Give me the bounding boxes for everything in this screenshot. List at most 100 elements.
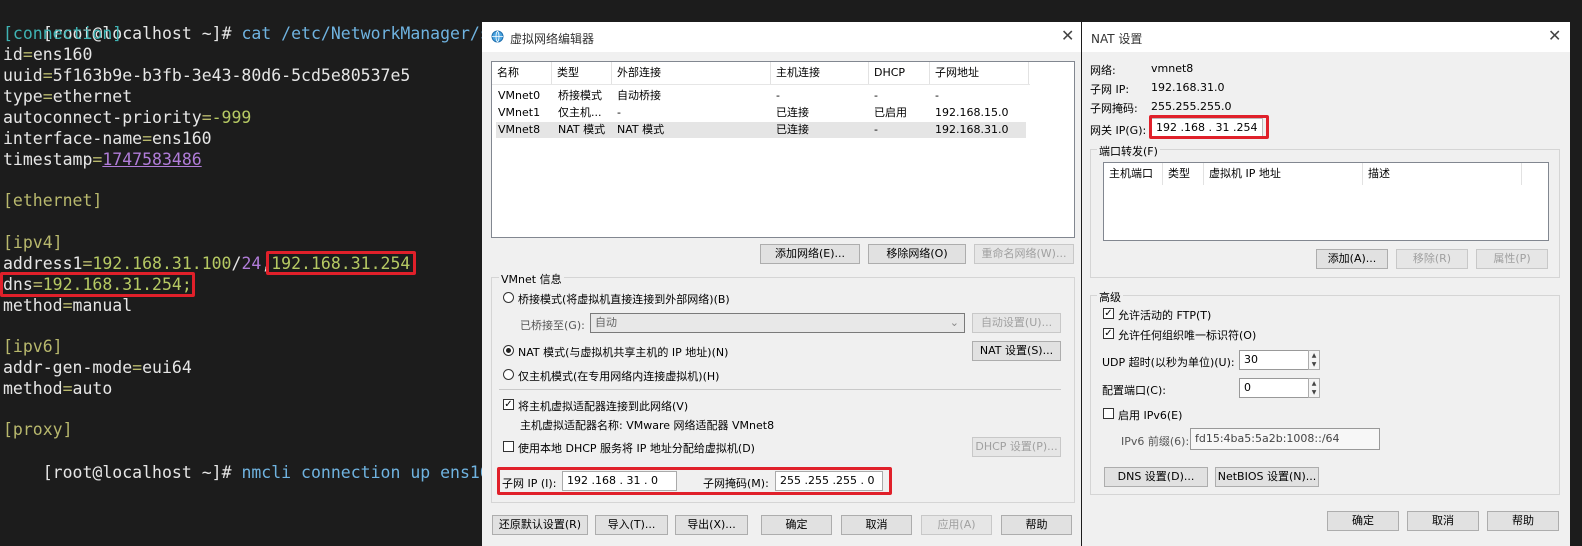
- subnet-ip-input[interactable]: 192 .168 . 31 . 0: [562, 471, 677, 491]
- use-dhcp-checkbox[interactable]: [503, 441, 514, 452]
- dhcp-settings-button[interactable]: DHCP 设置(P)...: [972, 437, 1061, 457]
- help-button[interactable]: 帮助: [1487, 511, 1559, 531]
- spinner-arrows-icon[interactable]: ▲ ▼: [1308, 378, 1320, 398]
- add-network-button[interactable]: 添加网络(E)...: [760, 244, 860, 264]
- line-timestamp: timestamp=1747583486: [3, 149, 202, 170]
- rename-network-button[interactable]: 重命名网络(W)...: [974, 244, 1074, 264]
- import-button[interactable]: 导入(T)...: [595, 515, 668, 535]
- allow-ftp-checkbox[interactable]: ✓: [1103, 308, 1114, 319]
- table-row[interactable]: VMnet1 仅主机... - 已连接 已启用 192.168.15.0: [496, 105, 1026, 121]
- subnet-ip-value: 192.168.31.0: [1151, 81, 1225, 94]
- line-addr-gen-mode: addr-gen-mode=eui64: [3, 357, 192, 378]
- spinner-arrows-icon[interactable]: ▲ ▼: [1308, 350, 1320, 370]
- bridged-to-select[interactable]: 自动 ⌄: [590, 313, 965, 333]
- key-type: type: [3, 87, 43, 106]
- restore-defaults-button[interactable]: 还原默认设置(R): [492, 515, 588, 535]
- section-proxy: [proxy]: [3, 419, 73, 440]
- port-forward-list[interactable]: 主机端口 类型 虚拟机 IP 地址 描述: [1103, 162, 1549, 241]
- remove-network-button[interactable]: 移除网络(O): [868, 244, 966, 264]
- netbios-settings-button[interactable]: NetBIOS 设置(N)...: [1215, 467, 1319, 487]
- cancel-button[interactable]: 取消: [841, 515, 912, 535]
- allow-oui-checkbox[interactable]: ✓: [1103, 328, 1114, 339]
- ipv6-prefix-input[interactable]: fd15:4ba5:5a2b:1008::/64: [1190, 428, 1380, 450]
- key-interface-name: interface-name: [3, 129, 143, 148]
- auto-settings-button[interactable]: 自动设置(U)...: [972, 313, 1061, 333]
- dialog-title: 虚拟网络编辑器: [510, 32, 595, 46]
- line-id: id=ens160: [3, 44, 92, 65]
- nat-mode-label[interactable]: NAT 模式(与虚拟机共享主机的 IP 地址)(N): [518, 344, 728, 360]
- allow-oui-label[interactable]: 允许任何组织唯一标识符(O): [1118, 327, 1256, 343]
- column-header-name[interactable]: 名称: [492, 62, 552, 84]
- table-row-selected[interactable]: VMnet8 NAT 模式 NAT 模式 已连接 - 192.168.31.0: [496, 122, 1026, 138]
- virtual-network-editor-dialog: 虚拟网络编辑器 ✕ 名称 类型 外部连接 主机连接 DHCP 子网地址 VMne…: [482, 22, 1081, 546]
- close-icon[interactable]: ✕: [1548, 26, 1561, 45]
- value-uuid: 5f163b9e-b3fb-3e43-80d6-5cd5e80537e5: [52, 66, 411, 85]
- close-icon[interactable]: ✕: [1061, 26, 1074, 45]
- pf-remove-button[interactable]: 移除(R): [1396, 249, 1468, 269]
- value-address-prefix: 24: [241, 254, 262, 273]
- gateway-ip-input[interactable]: 192 .168 . 31 .254: [1151, 118, 1263, 138]
- vmnet-info-label: VMnet 信息: [499, 271, 564, 287]
- section-ipv4: [ipv4]: [3, 232, 63, 253]
- section-ethernet: [ethernet]: [3, 190, 102, 211]
- column-header-dhcp[interactable]: DHCP: [869, 62, 930, 84]
- cell-subnet: 192.168.31.0: [935, 123, 1009, 136]
- value-method: auto: [72, 379, 113, 398]
- connect-adapter-label[interactable]: 将主机虚拟适配器连接到此网络(V): [518, 398, 688, 414]
- cancel-button[interactable]: 取消: [1407, 511, 1479, 531]
- apply-button[interactable]: 应用(A): [921, 515, 992, 535]
- nat-settings-button[interactable]: NAT 设置(S)...: [972, 341, 1061, 361]
- host-only-radio[interactable]: [503, 369, 514, 380]
- connect-adapter-checkbox[interactable]: ✓: [503, 399, 514, 410]
- column-header-type[interactable]: 类型: [552, 62, 612, 84]
- gateway-ip-label: 网关 IP(G):: [1090, 124, 1147, 137]
- subnet-mask-input[interactable]: 255 .255 .255 . 0: [775, 471, 883, 491]
- table-row[interactable]: VMnet0 桥接模式 自动桥接 - - -: [496, 88, 1026, 104]
- bridge-mode-radio[interactable]: [503, 292, 514, 303]
- adapter-name-text: 主机虚拟适配器名称: VMware 网络适配器 VMnet8: [520, 419, 775, 432]
- cell-external: -: [617, 106, 621, 119]
- host-only-label[interactable]: 仅主机模式(在专用网络内连接虚拟机)(H): [518, 368, 719, 384]
- line-address1: address1=192.168.31.100/24,192.168.31.25…: [3, 253, 410, 274]
- value-id: ens160: [32, 45, 93, 64]
- pf-add-button[interactable]: 添加(A)...: [1316, 249, 1388, 269]
- line-dns: dns=192.168.31.254;: [3, 274, 192, 295]
- udp-timeout-label: UDP 超时(以秒为单位)(U):: [1102, 356, 1235, 369]
- network-list[interactable]: 名称 类型 外部连接 主机连接 DHCP 子网地址 VMnet0 桥接模式 自动…: [491, 61, 1075, 238]
- config-port-input[interactable]: 0: [1239, 378, 1309, 398]
- column-header-type[interactable]: 类型: [1163, 163, 1204, 185]
- allow-ftp-label[interactable]: 允许活动的 FTP(T): [1118, 307, 1211, 323]
- use-dhcp-label[interactable]: 使用本地 DHCP 服务将 IP 地址分配给虚拟机(D): [518, 440, 755, 456]
- key-address1: address1: [3, 254, 83, 273]
- export-button[interactable]: 导出(X)...: [675, 515, 748, 535]
- ipv6-prefix-label: IPv6 前缀(6):: [1121, 435, 1190, 448]
- column-header-external[interactable]: 外部连接: [612, 62, 771, 84]
- ok-button[interactable]: 确定: [1327, 511, 1399, 531]
- pf-properties-button[interactable]: 属性(P): [1476, 249, 1548, 269]
- nat-mode-radio[interactable]: [503, 345, 514, 356]
- line-uuid: uuid=5f163b9e-b3fb-3e43-80d6-5cd5e80537e…: [3, 65, 410, 86]
- equals-sign: =: [92, 150, 103, 169]
- cell-dhcp: -: [874, 123, 878, 136]
- subnet-ip-label: 子网 IP:: [1090, 83, 1130, 96]
- column-header-description[interactable]: 描述: [1363, 163, 1522, 185]
- udp-timeout-input[interactable]: 30: [1239, 350, 1309, 370]
- column-header-host[interactable]: 主机连接: [771, 62, 869, 84]
- section-header: [ipv4]: [3, 233, 63, 252]
- column-header-subnet[interactable]: 子网地址: [930, 62, 1029, 84]
- equals-sign: =: [62, 379, 73, 398]
- value-address-gateway: 192.168.31.254: [271, 254, 411, 273]
- enable-ipv6-label[interactable]: 启用 IPv6(E): [1118, 407, 1182, 423]
- dns-settings-button[interactable]: DNS 设置(D)...: [1104, 467, 1208, 487]
- ok-button[interactable]: 确定: [761, 515, 832, 535]
- column-header-host-port[interactable]: 主机端口: [1104, 163, 1163, 185]
- column-header-vm-ip[interactable]: 虚拟机 IP 地址: [1204, 163, 1363, 185]
- enable-ipv6-checkbox[interactable]: [1103, 408, 1114, 419]
- subnet-ip-label: 子网 IP (I):: [502, 477, 557, 490]
- cell-type: NAT 模式: [558, 123, 606, 136]
- value-method: manual: [72, 296, 133, 315]
- bridged-to-label: 已桥接至(G):: [520, 319, 585, 332]
- cell-dhcp: -: [874, 89, 878, 102]
- bridge-mode-label[interactable]: 桥接模式(将虚拟机直接连接到外部网络)(B): [518, 291, 730, 307]
- help-button[interactable]: 帮助: [1001, 515, 1072, 535]
